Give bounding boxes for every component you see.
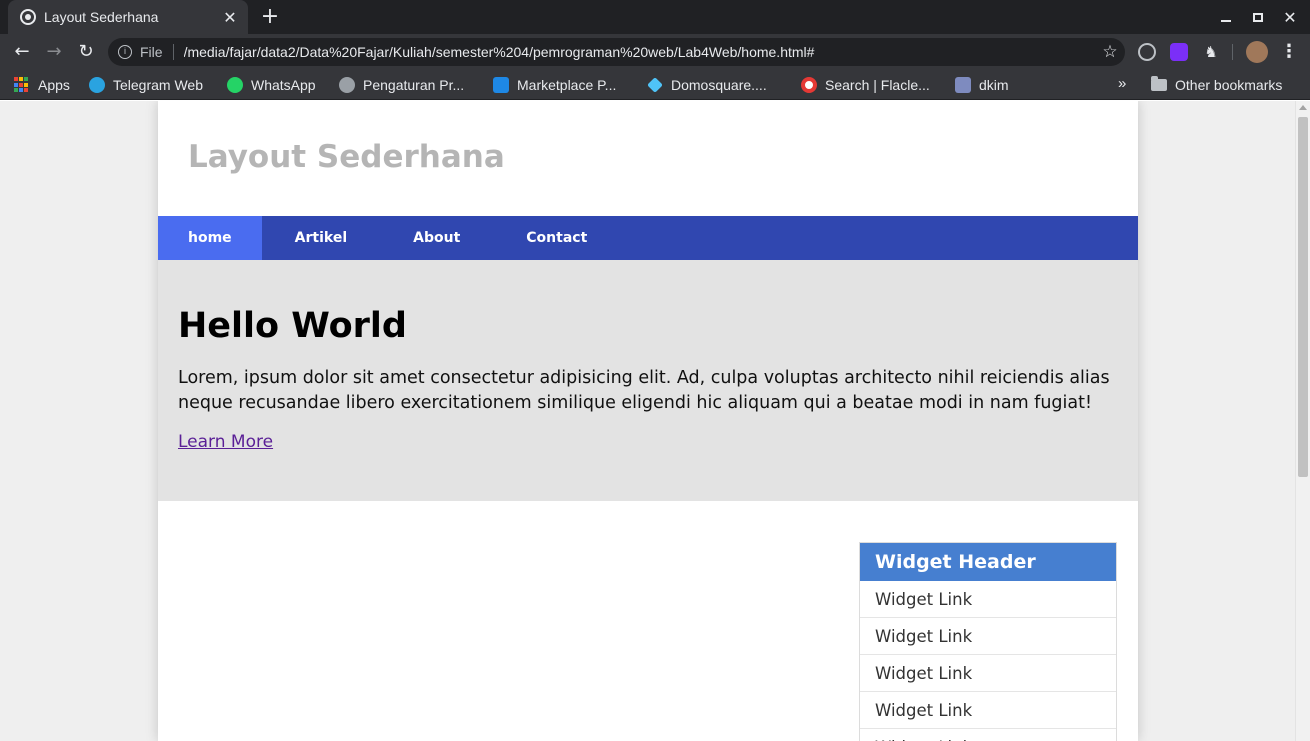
extension-icon[interactable] (1170, 43, 1188, 61)
bookmarks-bar: Apps Telegram Web WhatsApp Pengaturan Pr… (0, 70, 1310, 100)
marketplace-icon (493, 77, 509, 93)
vertical-scrollbar[interactable] (1295, 101, 1310, 741)
url-scheme-label: File (140, 44, 163, 60)
other-bookmarks-label: Other bookmarks (1175, 77, 1283, 93)
bookmark-label: Apps (38, 77, 70, 93)
reload-button[interactable]: ↻ (72, 38, 100, 66)
nav-link-home[interactable]: home (158, 216, 262, 260)
bookmark-label: Telegram Web (113, 77, 204, 93)
toolbar-divider (1232, 44, 1233, 60)
reload-icon: ↻ (78, 41, 94, 62)
main-nav: home Artikel About Contact (158, 216, 1138, 260)
profile-avatar[interactable] (1246, 41, 1268, 63)
folder-icon (1151, 76, 1167, 91)
forward-button[interactable]: → (40, 38, 68, 66)
settings-bug-icon (339, 77, 355, 93)
browser-toolbar: ← → ↻ i File /media/fajar/data2/Data%20F… (0, 34, 1310, 70)
close-icon: ✕ (1283, 7, 1297, 27)
nav-link-artikel[interactable]: Artikel (262, 216, 380, 260)
site-header: Layout Sederhana (158, 101, 1138, 216)
widget-link[interactable]: Widget Link (860, 729, 1116, 741)
puzzle-icon (955, 77, 971, 93)
bookmark-label: Domosquare.... (671, 77, 767, 93)
gnome-extension-icon[interactable]: ♞ (1202, 43, 1220, 61)
more-bookmarks-button[interactable]: » (1118, 75, 1126, 92)
kebab-menu-icon[interactable]: ⋮ (1280, 43, 1298, 61)
globe-extension-icon[interactable] (1138, 43, 1156, 61)
close-window-button[interactable]: ✕ (1274, 0, 1306, 34)
other-bookmarks-folder[interactable]: Other bookmarks (1151, 75, 1282, 95)
url-text[interactable]: /media/fajar/data2/Data%20Fajar/Kuliah/s… (184, 44, 1095, 60)
info-icon[interactable]: i (118, 45, 132, 59)
widget-link-list: Widget Link Widget Link Widget Link Widg… (860, 581, 1116, 741)
new-tab-button[interactable]: + (258, 4, 282, 30)
site-title: Layout Sederhana (188, 138, 505, 175)
page-container: Layout Sederhana home Artikel About Cont… (158, 101, 1138, 741)
hero-heading: Hello World (178, 306, 407, 346)
minimize-button[interactable] (1210, 0, 1242, 34)
telegram-icon (89, 77, 105, 93)
hero-text: Lorem, ipsum dolor sit amet consectetur … (178, 368, 1110, 413)
scroll-up-icon[interactable] (1299, 105, 1307, 110)
arrow-left-icon: ← (14, 41, 30, 62)
widget-link[interactable]: Widget Link (860, 692, 1116, 729)
tab-close-icon[interactable]: ✕ (222, 8, 238, 27)
maximize-button[interactable] (1242, 0, 1274, 34)
sidebar-widget: Widget Header Widget Link Widget Link Wi… (859, 542, 1117, 741)
bookmark-label: WhatsApp (251, 77, 316, 93)
back-button[interactable]: ← (8, 38, 36, 66)
whatsapp-icon (227, 77, 243, 93)
page-viewport: Layout Sederhana home Artikel About Cont… (0, 101, 1310, 741)
widget-link[interactable]: Widget Link (860, 655, 1116, 692)
bookmark-flacle[interactable]: Search | Flacle... (801, 75, 930, 95)
arrow-right-icon: → (46, 41, 62, 62)
bookmark-telegram[interactable]: Telegram Web (89, 75, 203, 95)
bookmark-label: Marketplace P... (517, 77, 617, 93)
widget-link[interactable]: Widget Link (860, 618, 1116, 655)
nav-link-contact[interactable]: Contact (493, 216, 620, 260)
flacle-icon (801, 77, 817, 93)
scrollbar-thumb[interactable] (1298, 117, 1308, 477)
bookmark-label: Pengaturan Pr... (363, 77, 465, 93)
address-bar[interactable]: i File /media/fajar/data2/Data%20Fajar/K… (108, 38, 1125, 66)
bookmark-whatsapp[interactable]: WhatsApp (227, 75, 316, 95)
bookmark-label: Search | Flacle... (825, 77, 930, 93)
bookmark-label: dkim (979, 77, 1009, 93)
content-area: Widget Header Widget Link Widget Link Wi… (158, 501, 1138, 741)
minimize-icon (1221, 20, 1231, 22)
widget-header: Widget Header (860, 543, 1116, 581)
domosquare-icon (647, 77, 663, 93)
learn-more-link[interactable]: Learn More (178, 432, 273, 452)
browser-tab[interactable]: Layout Sederhana ✕ (8, 0, 248, 34)
apps-grid-icon (14, 77, 30, 93)
bookmark-pengaturan[interactable]: Pengaturan Pr... (339, 75, 464, 95)
bookmark-star-icon[interactable]: ☆ (1095, 42, 1125, 62)
hero-section: Hello World Lorem, ipsum dolor sit amet … (158, 260, 1138, 501)
bookmark-apps[interactable]: Apps (14, 75, 70, 95)
widget-link[interactable]: Widget Link (860, 581, 1116, 618)
bookmark-dkim[interactable]: dkim (955, 75, 1009, 95)
tab-title: Layout Sederhana (44, 9, 159, 25)
browser-tabstrip: Layout Sederhana ✕ + ✕ (0, 0, 1310, 34)
bookmark-marketplace[interactable]: Marketplace P... (493, 75, 616, 95)
maximize-icon (1253, 12, 1263, 22)
globe-icon (20, 9, 36, 25)
omnibox-divider (172, 44, 174, 60)
nav-link-about[interactable]: About (380, 216, 493, 260)
bookmark-domosquare[interactable]: Domosquare.... (647, 75, 767, 95)
